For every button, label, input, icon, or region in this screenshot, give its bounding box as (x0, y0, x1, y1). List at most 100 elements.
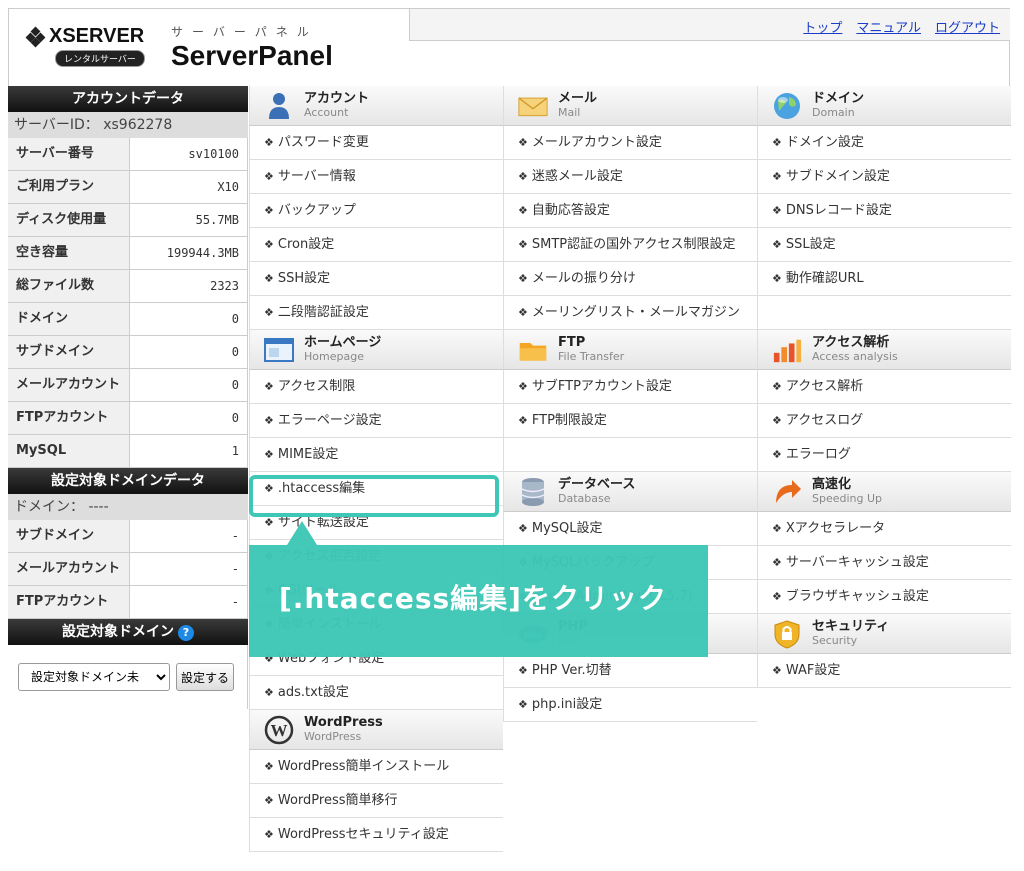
menu-item[interactable]: ❖ Cron設定 (249, 228, 503, 262)
database-icon (518, 477, 548, 507)
menu-item-label: サブFTPアカウント設定 (531, 379, 672, 394)
menu-item[interactable]: ❖ アクセス解析 (757, 370, 1011, 404)
section-title: FTP (558, 335, 586, 350)
arrow-icon: ❖ (264, 136, 274, 149)
menu-item[interactable]: ❖ SSL設定 (757, 228, 1011, 262)
section-speed: 高速化 Speeding Up ❖ Xアクセラレータ ❖ サーバーキャッシュ設定 ❖ ブラウザ… (757, 472, 1011, 614)
menu-item[interactable]: ❖ ads.txt設定 (249, 676, 503, 710)
menu-item[interactable]: ❖ WAF設定 (757, 654, 1011, 688)
menu-item[interactable]: ❖ php.ini設定 (503, 688, 757, 722)
menu-item-label: ads.txt設定 (277, 685, 349, 700)
arrow-icon: ❖ (772, 448, 782, 461)
menu-item[interactable]: ❖ MIME設定 (249, 438, 503, 472)
menu-item-label: アクセス制限 (277, 379, 356, 394)
domain-select-heading-text: 設定対象ドメイン (62, 624, 174, 640)
menu-item-label: WAF設定 (785, 663, 841, 678)
menu-item-label: 自動応答設定 (531, 203, 610, 218)
menu-item[interactable]: ❖ エラーページ設定 (249, 404, 503, 438)
menu-item[interactable]: ❖ メールアカウント設定 (503, 126, 757, 160)
menu-item[interactable]: ❖ WordPress簡単インストール (249, 750, 503, 784)
arrow-icon: ❖ (264, 448, 274, 461)
section-title: データベース (558, 477, 636, 492)
ftp-icon (518, 335, 548, 365)
menu-item[interactable]: ❖ ドメイン設定 (757, 126, 1011, 160)
link-logout[interactable]: ログアウト (935, 21, 1000, 36)
menu-item-label: サブドメイン設定 (785, 169, 890, 184)
data-value: 0 (231, 411, 239, 425)
menu-item[interactable]: ❖ アクセスログ (757, 404, 1011, 438)
domain-select[interactable]: 設定対象ドメイン未 (18, 663, 170, 691)
set-domain-button[interactable]: 設定する (176, 663, 235, 691)
menu-item[interactable]: ❖ ブラウザキャッシュ設定 (757, 580, 1011, 614)
link-top[interactable]: トップ (803, 21, 842, 36)
arrow-icon: ❖ (264, 204, 274, 217)
section-analysis: アクセス解析 Access analysis ❖ アクセス解析 ❖ アクセスログ ❖ エラーロ… (757, 330, 1011, 472)
menu-item[interactable]: ❖ 自動応答設定 (503, 194, 757, 228)
menu-item[interactable]: ❖ PHP Ver.切替 (503, 654, 757, 688)
menu-item[interactable]: ❖ バックアップ (249, 194, 503, 228)
menu-item[interactable]: ❖ MySQL設定 (503, 512, 757, 546)
data-row: MySQL 1 (8, 435, 248, 468)
help-icon[interactable]: ? (178, 625, 194, 641)
menu-item[interactable]: ❖ 動作確認URL (757, 262, 1011, 296)
data-row: ご利用プラン X10 (8, 171, 248, 204)
menu-item[interactable]: ❖ パスワード変更 (249, 126, 503, 160)
arrow-icon: ❖ (772, 238, 782, 251)
security-icon (772, 619, 802, 649)
menu-item[interactable]: ❖ メールの振り分け (503, 262, 757, 296)
arrow-icon: ❖ (518, 272, 528, 285)
xserver-logo[interactable]: XSERVER レンタルサーバー (25, 25, 157, 67)
menu-item[interactable]: ❖ サブFTPアカウント設定 (503, 370, 757, 404)
title-text: ServerPanel (171, 40, 333, 71)
menu-item[interactable]: ❖ アクセス制限 (249, 370, 503, 404)
arrow-icon: ❖ (772, 664, 782, 677)
section-header: 高速化 Speeding Up (757, 472, 1011, 512)
left-sidebar: アカウントデータ サーバーID： xs962278 サーバー番号 sv10100 ご… (8, 86, 248, 709)
section-subtitle: Homepage (304, 350, 364, 363)
account-data-heading: アカウントデータ (8, 86, 248, 112)
section-subtitle: Domain (812, 106, 855, 119)
section-title: アクセス解析 (812, 335, 890, 350)
menu-item[interactable]: ❖ 二段階認証設定 (249, 296, 503, 330)
arrow-icon: ❖ (518, 698, 528, 711)
top-bar: トップ マニュアル ログアウト (409, 9, 1010, 41)
menu-item[interactable]: ❖ FTP制限設定 (503, 404, 757, 438)
data-label: 総ファイル数 (8, 270, 130, 302)
menu-item-label: 迷惑メール設定 (531, 169, 623, 184)
menu-item[interactable]: ❖ DNSレコード設定 (757, 194, 1011, 228)
menu-item[interactable]: ❖ サーバー情報 (249, 160, 503, 194)
domain-select-heading: 設定対象ドメイン? (8, 619, 248, 645)
menu-item[interactable]: ❖ 迷惑メール設定 (503, 160, 757, 194)
arrow-icon: ❖ (264, 170, 274, 183)
arrow-icon: ❖ (518, 380, 528, 393)
arrow-icon: ❖ (264, 306, 274, 319)
menu-item[interactable]: ❖ Xアクセラレータ (757, 512, 1011, 546)
link-manual[interactable]: マニュアル (856, 21, 921, 36)
menu-item[interactable]: ❖ サーバーキャッシュ設定 (757, 546, 1011, 580)
section-subtitle: Access analysis (812, 350, 898, 363)
data-label: FTPアカウント (8, 586, 130, 618)
menu-item[interactable]: ❖ WordPressセキュリティ設定 (249, 818, 503, 852)
menu-item[interactable]: ❖ メーリングリスト・メールマガジン (503, 296, 757, 330)
arrow-icon: ❖ (264, 760, 274, 773)
menu-item[interactable]: ❖ WordPress簡単移行 (249, 784, 503, 818)
data-row: ディスク使用量 55.7MB (8, 204, 248, 237)
data-value: 0 (231, 345, 239, 359)
logo-mark-icon (25, 26, 46, 47)
account-icon (264, 91, 294, 121)
callout-text: [.htaccess編集]をクリック (279, 582, 667, 615)
menu-item-label: SSL設定 (785, 237, 836, 252)
data-label: 空き容量 (8, 237, 130, 269)
data-label: メールアカウント (8, 369, 130, 401)
menu-item[interactable]: ❖ SSH設定 (249, 262, 503, 296)
section-subtitle: Mail (558, 106, 581, 119)
arrow-icon: ❖ (772, 556, 782, 569)
data-value: - (231, 529, 239, 543)
menu-item[interactable]: ❖ エラーログ (757, 438, 1011, 472)
menu-item[interactable]: ❖ サブドメイン設定 (757, 160, 1011, 194)
data-label: サブドメイン (8, 336, 130, 368)
title-kana: サーバーパネル (171, 25, 318, 39)
empty-cell (503, 438, 757, 472)
menu-item[interactable]: ❖ SMTP認証の国外アクセス制限設定 (503, 228, 757, 262)
data-value: 0 (231, 312, 239, 326)
